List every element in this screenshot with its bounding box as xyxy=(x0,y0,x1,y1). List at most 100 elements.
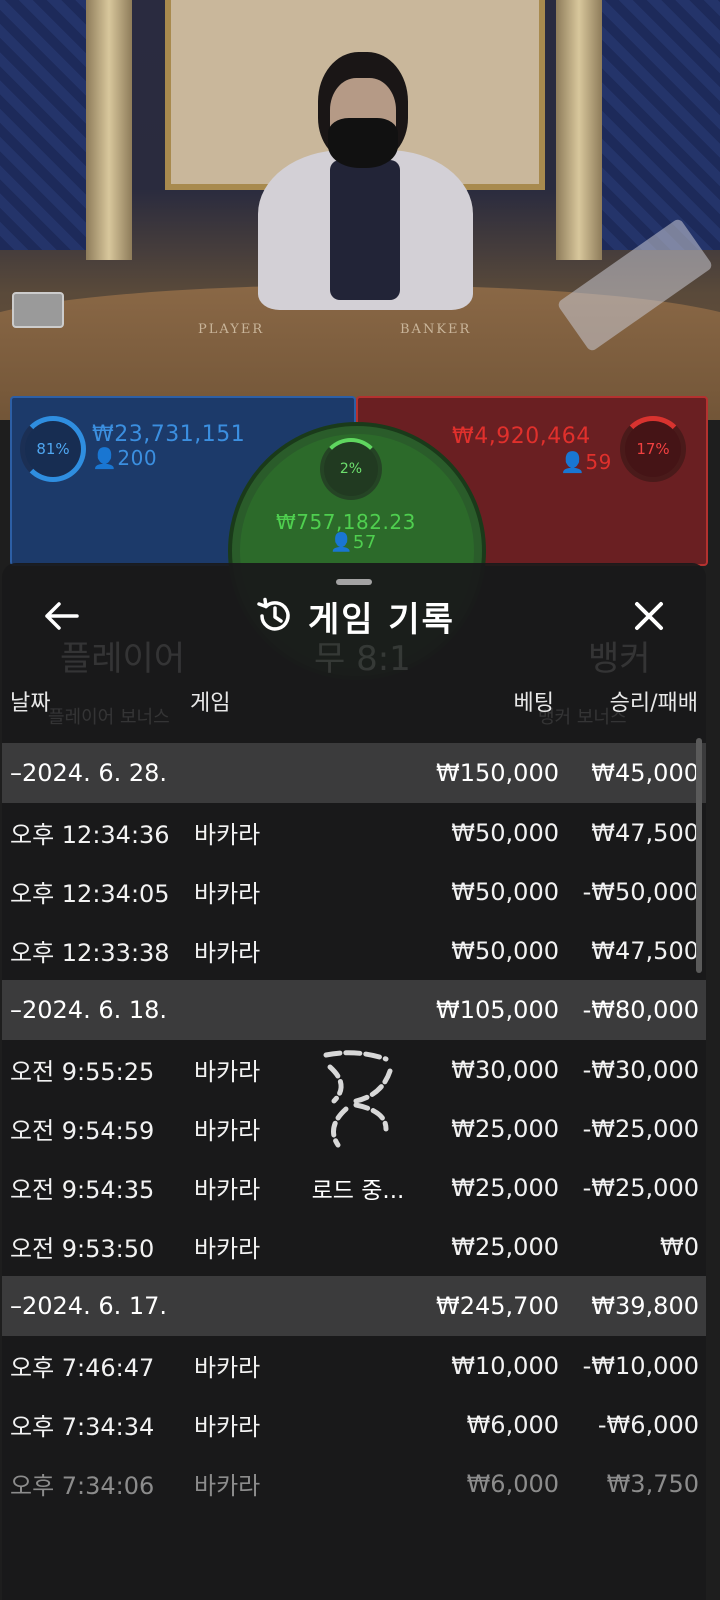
banker-count: 👤59 xyxy=(560,450,612,474)
row-time: 오후 12:33:38 xyxy=(10,939,170,967)
row-result: -₩25,000 xyxy=(582,1173,699,1202)
row-time: 오전 9:55:25 xyxy=(10,1058,155,1086)
column-header-date: 날짜 xyxy=(10,691,51,716)
group-date: –2024. 6. 17. xyxy=(10,1292,168,1320)
row-time: 오전 9:54:35 xyxy=(10,1176,155,1204)
row-game: 바카라 xyxy=(194,1413,261,1441)
ghost-player-bonus: 플레이어 보너스 xyxy=(48,707,170,728)
banker-bet-amount: ₩4,920,464 xyxy=(452,424,591,449)
row-game: 바카라 xyxy=(194,1117,261,1145)
row-time: 오후 7:34:34 xyxy=(10,1413,155,1441)
row-bet: ₩25,000 xyxy=(451,1114,559,1143)
live-video-stream: PLAYER BANKER xyxy=(0,0,720,420)
player-percent-ring: 81% xyxy=(20,416,86,482)
player-count: 👤200 xyxy=(92,446,158,470)
row-time: 오전 9:53:50 xyxy=(10,1235,155,1263)
group-result-total: -₩80,000 xyxy=(582,996,699,1024)
row-game: 바카라 xyxy=(194,880,261,908)
row-game: 바카라 xyxy=(194,1472,261,1500)
row-bet: ₩30,000 xyxy=(451,1055,559,1084)
table-word-player: PLAYER xyxy=(198,322,265,337)
history-clock-icon xyxy=(257,597,290,631)
row-time: 오후 12:34:05 xyxy=(10,880,170,908)
group-result-total: ₩45,000 xyxy=(591,759,699,787)
row-game: 바카라 xyxy=(194,939,261,967)
history-row[interactable]: 오전 9:53:50 바카라 ₩25,000 ₩0 xyxy=(2,1217,706,1276)
column-header-bet: 베팅 xyxy=(513,691,554,716)
tie-count: 👤57 xyxy=(330,532,377,553)
close-icon xyxy=(635,602,663,630)
drag-handle[interactable] xyxy=(336,579,372,585)
row-time: 오후 7:46:47 xyxy=(10,1354,155,1382)
arrow-left-icon xyxy=(45,602,79,630)
row-time: 오전 9:54:59 xyxy=(10,1117,155,1145)
back-button[interactable] xyxy=(38,593,84,639)
row-game: 바카라 xyxy=(194,1235,261,1263)
date-group-header[interactable]: –2024. 6. 18. ₩105,000 -₩80,000 xyxy=(2,980,706,1040)
person-icon: 👤 xyxy=(560,450,586,474)
row-game: 바카라 xyxy=(194,821,261,849)
row-bet: ₩10,000 xyxy=(451,1351,559,1380)
row-game: 바카라 xyxy=(194,1354,261,1382)
group-result-total: ₩39,800 xyxy=(591,1292,699,1320)
banker-percent-ring: 17% xyxy=(620,416,686,482)
history-row[interactable]: 오후 7:46:47 바카라 ₩10,000 -₩10,000 xyxy=(2,1336,706,1395)
row-result: -₩6,000 xyxy=(597,1410,699,1439)
tie-bet-amount: ₩757,182.23 xyxy=(276,510,416,534)
tie-percent: 2% xyxy=(339,461,363,477)
game-history-sheet: 플레이어 무 8:1 뱅커 플레이어 보너스 뱅커 보너스 게임 기록 날짜 게… xyxy=(2,563,706,1600)
person-icon: 👤 xyxy=(92,446,118,470)
row-result: ₩47,500 xyxy=(591,818,699,847)
history-row[interactable]: 오후 12:34:36 바카라 ₩50,000 ₩47,500 xyxy=(2,803,706,862)
person-icon: 👤 xyxy=(330,532,353,553)
row-result: ₩3,750 xyxy=(606,1469,699,1498)
group-bet-total: ₩245,700 xyxy=(436,1292,559,1320)
loading-indicator: 로드 중... xyxy=(298,1049,418,1205)
history-row[interactable]: 오후 7:34:06 바카라 ₩6,000 ₩3,750 xyxy=(2,1454,706,1513)
history-row[interactable]: 오후 7:34:34 바카라 ₩6,000 -₩6,000 xyxy=(2,1395,706,1454)
row-result: ₩0 xyxy=(660,1232,699,1261)
column-header-game: 게임 xyxy=(190,691,231,716)
history-row[interactable]: 오후 12:34:05 바카라 ₩50,000 -₩50,000 xyxy=(2,862,706,921)
row-bet: ₩6,000 xyxy=(466,1410,559,1439)
banker-percent: 17% xyxy=(636,440,670,458)
row-bet: ₩25,000 xyxy=(451,1173,559,1202)
row-result: -₩25,000 xyxy=(582,1114,699,1143)
date-group-header[interactable]: –2024. 6. 28. ₩150,000 ₩45,000 xyxy=(2,743,706,803)
group-date: –2024. 6. 18. xyxy=(10,996,168,1024)
card-stack xyxy=(12,292,64,328)
pillar-right xyxy=(556,0,602,260)
row-time: 오후 7:34:06 xyxy=(10,1472,155,1500)
group-bet-total: ₩105,000 xyxy=(436,996,559,1024)
row-bet: ₩6,000 xyxy=(466,1469,559,1498)
loading-spinner-icon xyxy=(323,1050,393,1148)
sheet-title: 게임 기록 xyxy=(308,599,455,640)
sheet-header: 게임 기록 xyxy=(254,593,455,640)
date-group-header[interactable]: –2024. 6. 17. ₩245,700 ₩39,800 xyxy=(2,1276,706,1336)
row-result: ₩47,500 xyxy=(591,936,699,965)
player-percent: 81% xyxy=(36,440,70,458)
player-bet-amount: ₩23,731,151 xyxy=(92,422,246,447)
row-bet: ₩50,000 xyxy=(451,936,559,965)
column-header-result: 승리/패배 xyxy=(609,691,698,716)
history-row[interactable]: 오후 12:33:38 바카라 ₩50,000 ₩47,500 xyxy=(2,921,706,980)
row-bet: ₩25,000 xyxy=(451,1232,559,1261)
group-bet-total: ₩150,000 xyxy=(436,759,559,787)
loading-text: 로드 중... xyxy=(311,1178,405,1204)
row-result: -₩30,000 xyxy=(582,1055,699,1084)
row-result: -₩10,000 xyxy=(582,1351,699,1380)
scrollbar[interactable] xyxy=(696,738,702,973)
row-game: 바카라 xyxy=(194,1176,261,1204)
close-button[interactable] xyxy=(626,593,672,639)
group-date: –2024. 6. 28. xyxy=(10,759,168,787)
table-word-banker: BANKER xyxy=(400,322,472,337)
dealer-mask xyxy=(328,118,398,168)
row-bet: ₩50,000 xyxy=(451,877,559,906)
row-bet: ₩50,000 xyxy=(451,818,559,847)
pillar-left xyxy=(86,0,132,260)
row-result: -₩50,000 xyxy=(582,877,699,906)
tie-percent-ring: 2% xyxy=(320,438,382,500)
row-game: 바카라 xyxy=(194,1058,261,1086)
wall-panel-right xyxy=(600,0,720,250)
dealer-vest xyxy=(330,160,400,300)
